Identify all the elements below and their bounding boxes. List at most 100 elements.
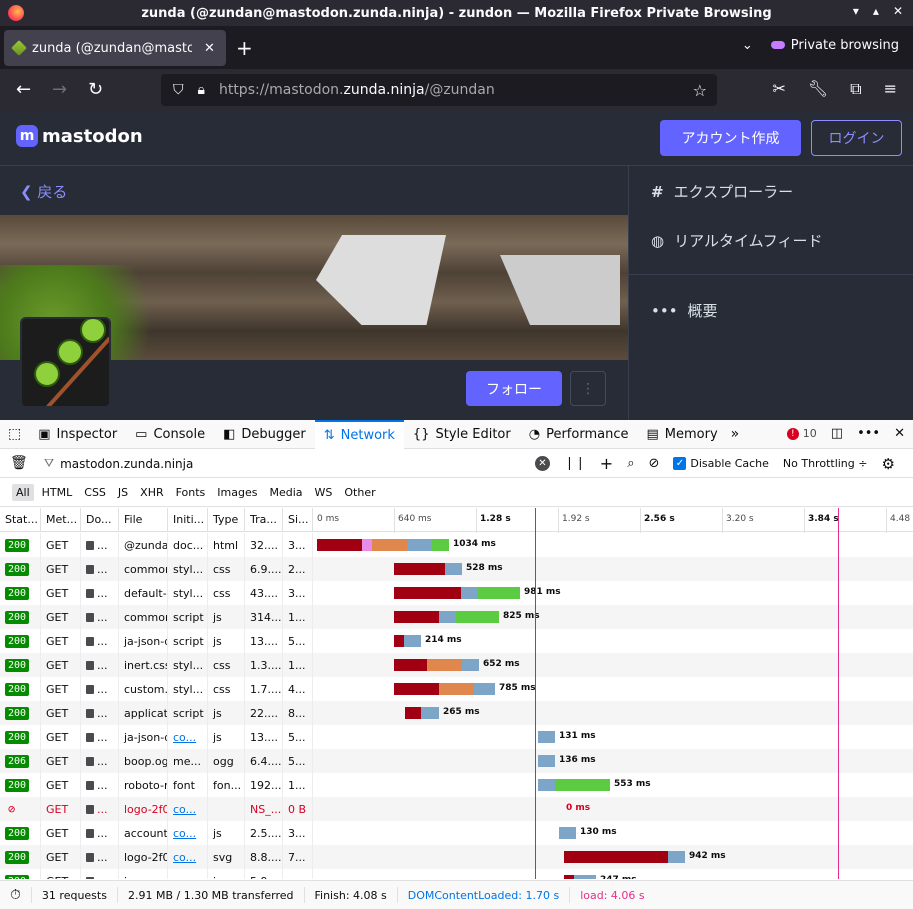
close-devtools-icon[interactable]: ✕	[894, 426, 905, 441]
table-row[interactable]: 200 GET... default-1 styl... css 43.... 3... 98…	[0, 581, 913, 605]
type-filter-ws[interactable]: WS	[311, 484, 337, 501]
forward-arrow-icon[interactable]: →	[52, 79, 67, 100]
url-bar[interactable]: ⛉ 🔒︎ https://mastodon.zunda.ninja/@zunda…	[161, 74, 717, 106]
column-header[interactable]: Met...	[41, 507, 81, 532]
initiator-text[interactable]: co...	[173, 731, 196, 744]
initiator-text[interactable]: co...	[173, 803, 196, 816]
table-row[interactable]: 200 GET... @zundan doc... html 32.... 3... 1034…	[0, 533, 913, 557]
bookmark-star-icon[interactable]: ☆	[693, 81, 707, 100]
column-header[interactable]: Initi...	[168, 507, 208, 532]
screenshot-icon[interactable]: ✂	[772, 79, 785, 99]
tab-list-chevron-icon[interactable]: ⌄	[742, 38, 753, 53]
table-row[interactable]: 200 GET... logo-2f0 co... svg 8.8.... 7... 942 …	[0, 845, 913, 869]
tab-memory[interactable]: ▤ Memory	[637, 420, 726, 449]
initiator-text[interactable]: co...	[173, 827, 196, 840]
column-header[interactable]: Stat...	[0, 507, 41, 532]
follow-button[interactable]: フォロー	[466, 371, 562, 406]
stopwatch-icon[interactable]: ⏱	[0, 887, 32, 903]
error-count-badge[interactable]: ! 10	[786, 427, 817, 440]
type-filter-css[interactable]: CSS	[80, 484, 110, 501]
sidebar-item-explore[interactable]: # エクスプローラー	[651, 181, 793, 202]
type-filter-html[interactable]: HTML	[38, 484, 77, 501]
type-filter-media[interactable]: Media	[265, 484, 306, 501]
column-header[interactable]: Do...	[81, 507, 119, 532]
add-icon[interactable]: +	[600, 454, 613, 473]
disable-cache-checkbox[interactable]: ✓ Disable Cache	[673, 457, 769, 470]
table-row[interactable]: 200 GET... common script js 314.... 1... 825 ms	[0, 605, 913, 629]
tab-debugger[interactable]: ◧ Debugger	[214, 420, 315, 449]
maximize-icon[interactable]: ▴	[873, 4, 879, 18]
minimize-icon[interactable]: ▾	[853, 4, 859, 18]
reload-icon[interactable]: ↻	[88, 79, 103, 100]
hamburger-menu-icon[interactable]: ≡	[884, 79, 897, 99]
table-row[interactable]: 200 GET... applicati script js 22.... 8... 265 …	[0, 701, 913, 725]
tab-close-icon[interactable]: ✕	[204, 41, 215, 56]
tab-style-editor[interactable]: {} Style Editor	[404, 420, 520, 449]
more-options-button[interactable]: ⋮	[570, 371, 606, 406]
more-tabs-chevron-icon[interactable]: »	[727, 426, 744, 442]
table-row[interactable]: 200 GET... i...... i... 5.9....... 247 ms	[0, 869, 913, 879]
new-tab-icon[interactable]: +	[236, 36, 253, 60]
signup-button[interactable]: アカウント作成	[660, 120, 801, 156]
clear-filter-icon[interactable]: ✕	[535, 456, 550, 471]
tab-inspector[interactable]: ▣ Inspector	[29, 420, 126, 449]
dock-icon[interactable]: ◫	[831, 426, 843, 441]
table-row[interactable]: 200 GET... common styl... css 6.9.... 2... 528 …	[0, 557, 913, 581]
table-row[interactable]: 200 GET... account_ co... js 2.5.... 3... 130 m…	[0, 821, 913, 845]
type-text: fon...	[213, 778, 242, 792]
element-picker-icon[interactable]: ⬚	[0, 426, 29, 442]
type-filter-js[interactable]: JS	[114, 484, 132, 501]
table-row[interactable]: 206 GET... boop.og me... ogg 6.4.... 5... 136 m…	[0, 749, 913, 773]
method-text: GET	[46, 562, 69, 576]
timeline-tick: 640 ms	[398, 513, 432, 524]
type-filter-all[interactable]: All	[12, 484, 34, 501]
table-row[interactable]: 200 GET... ja-json-d co... js 13.... 5... 131 m…	[0, 725, 913, 749]
sidebar-item-live-feed[interactable]: ◍ リアルタイムフィード	[651, 230, 822, 251]
type-filter-other[interactable]: Other	[340, 484, 379, 501]
tab-console[interactable]: ▭ Console	[126, 420, 214, 449]
lock-icon[interactable]: 🔒︎	[198, 82, 205, 98]
avatar[interactable]	[20, 317, 111, 408]
wrench-icon[interactable]: 🔧︎	[808, 79, 828, 99]
column-header[interactable]: Type	[208, 507, 245, 532]
size-text: 1...	[288, 658, 306, 672]
url-filter[interactable]: ⛛ mastodon.zunda.ninja	[44, 456, 544, 471]
table-row[interactable]: 200 GET... ja-json-d script js 13.... 5... 214 …	[0, 629, 913, 653]
tab-performance[interactable]: ◔ Performance	[520, 420, 638, 449]
cell-type: i...	[208, 869, 245, 879]
table-row[interactable]: 200 GET... inert.css styl... css 1.3.... 1... 6…	[0, 653, 913, 677]
back-arrow-icon[interactable]: ←	[16, 79, 31, 100]
filter-input[interactable]: mastodon.zunda.ninja	[60, 457, 193, 471]
column-header[interactable]: Si...	[283, 507, 313, 532]
cell-transferred: 6.4....	[245, 749, 283, 773]
table-row[interactable]: ⊘ GET... logo-2f0 co... NS_... 0 B 0 ms	[0, 797, 913, 821]
sidebar-item-about[interactable]: ••• 概要	[651, 300, 718, 321]
table-row[interactable]: 200 GET... roboto-r font fon... 192.... 1... 55…	[0, 773, 913, 797]
block-icon[interactable]: ⊘	[648, 456, 659, 471]
back-link[interactable]: ❮ 戻る	[20, 181, 67, 202]
devtools-menu-icon[interactable]: •••	[857, 426, 880, 441]
mastodon-logo[interactable]: m mastodon	[16, 125, 143, 147]
close-window-icon[interactable]: ✕	[893, 4, 903, 18]
initiator-text[interactable]: co...	[173, 851, 196, 864]
extensions-icon[interactable]: ⧉	[850, 79, 861, 99]
cell-size: 0 B	[283, 797, 313, 821]
type-filter-fonts[interactable]: Fonts	[172, 484, 210, 501]
waterfall-cell: 553 ms	[313, 773, 907, 797]
settings-gear-icon[interactable]: ⚙	[881, 455, 894, 473]
search-icon[interactable]: ⌕	[627, 456, 634, 471]
shield-icon[interactable]: ⛉	[173, 82, 184, 98]
pause-icon[interactable]: ❘❘	[564, 456, 586, 471]
waterfall-cell: 825 ms	[313, 605, 907, 629]
login-button[interactable]: ログイン	[811, 120, 902, 156]
type-filter-xhr[interactable]: XHR	[136, 484, 167, 501]
table-row[interactable]: 200 GET... custom.c styl... css 1.7.... 4... 78…	[0, 677, 913, 701]
column-header[interactable]: Tra...	[245, 507, 283, 532]
request-table: 200 GET... @zundan doc... html 32.... 3... 1034…	[0, 533, 913, 879]
type-filter-images[interactable]: Images	[213, 484, 261, 501]
tab-network[interactable]: ⇅ Network	[314, 419, 404, 449]
trash-icon[interactable]: 🗑︎	[10, 455, 28, 471]
column-header[interactable]: File	[119, 507, 168, 532]
browser-tab[interactable]: zunda (@zundan@mastodon.zunda.ninja) - z…	[4, 30, 226, 66]
throttling-select[interactable]: No Throttling ÷	[783, 457, 868, 470]
